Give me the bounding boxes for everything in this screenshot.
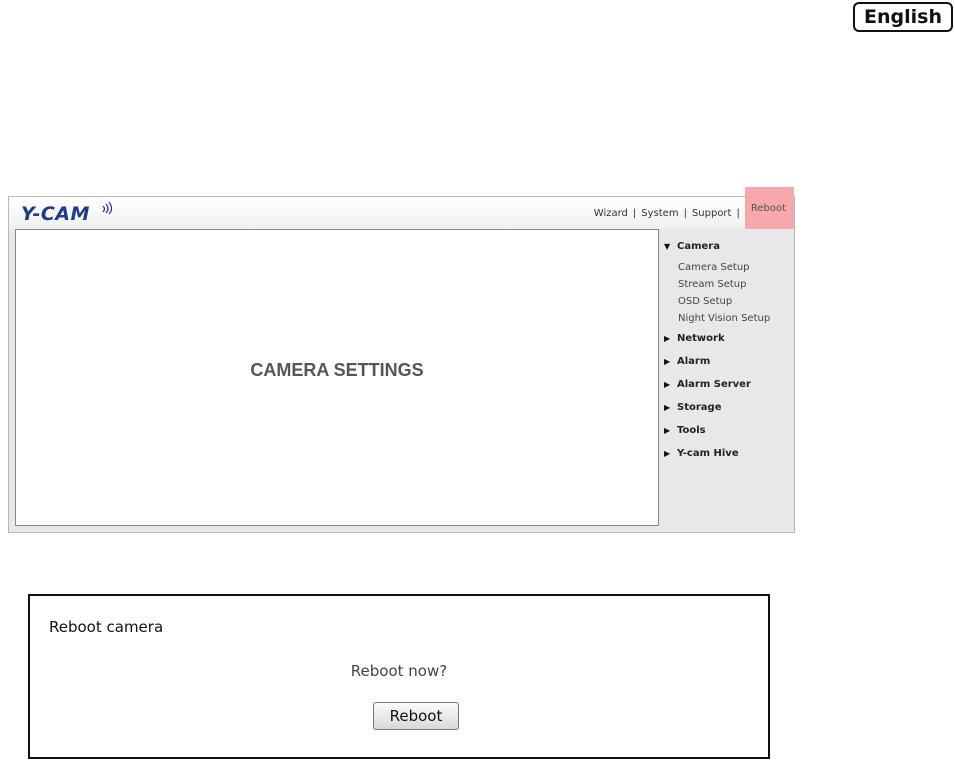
sidebar-item-network[interactable]: ▶ Network <box>664 331 792 354</box>
sidebar-item-label: Alarm <box>677 356 711 367</box>
camera-submenu: Camera Setup Stream Setup OSD Setup Nigh… <box>664 259 792 327</box>
main-content-panel: CAMERA SETTINGS <box>15 229 659 526</box>
header-bar: Y-CAM Wizard | System | Support | Reboot <box>9 187 794 229</box>
sidebar-item-alarm-server[interactable]: ▶ Alarm Server <box>664 377 792 400</box>
page-title: CAMERA SETTINGS <box>250 360 424 380</box>
triangle-down-icon: ▼ <box>664 242 671 251</box>
camera-web-ui: Y-CAM Wizard | System | Support | Reboot… <box>8 187 795 533</box>
triangle-right-icon: ▶ <box>664 403 671 412</box>
nav-separator: | <box>736 207 740 219</box>
triangle-right-icon: ▶ <box>664 357 671 366</box>
reboot-dialog-title: Reboot camera <box>49 618 164 636</box>
ycam-logo: Y-CAM <box>21 203 90 225</box>
sidebar-subitem-osd-setup[interactable]: OSD Setup <box>664 293 792 310</box>
sidebar-item-tools[interactable]: ▶ Tools <box>664 423 792 446</box>
language-selector[interactable]: English <box>853 2 953 32</box>
reboot-question-text: Reboot now? <box>350 662 448 680</box>
triangle-right-icon: ▶ <box>664 449 671 458</box>
sidebar-item-ycam-hive[interactable]: ▶ Y-cam Hive <box>664 446 792 469</box>
sidebar-subitem-night-vision-setup[interactable]: Night Vision Setup <box>664 310 792 327</box>
nav-wizard-link[interactable]: Wizard <box>594 208 628 219</box>
sidebar-item-camera[interactable]: ▼ Camera <box>664 239 792 262</box>
sidebar-item-label: Alarm Server <box>677 379 751 390</box>
sidebar-item-alarm[interactable]: ▶ Alarm <box>664 354 792 377</box>
triangle-right-icon: ▶ <box>664 426 671 435</box>
reboot-button[interactable]: Reboot <box>373 702 459 730</box>
sidebar-item-storage[interactable]: ▶ Storage <box>664 400 792 423</box>
nav-separator: | <box>683 207 687 219</box>
triangle-right-icon: ▶ <box>664 334 671 343</box>
sidebar-item-label: Camera <box>677 241 720 252</box>
triangle-right-icon: ▶ <box>664 380 671 389</box>
sidebar-item-label: Y-cam Hive <box>677 448 739 459</box>
sidebar-item-label: Network <box>677 333 725 344</box>
wifi-waves-icon <box>102 202 113 214</box>
nav-reboot-link[interactable]: Reboot <box>744 187 794 229</box>
sidebar-subitem-stream-setup[interactable]: Stream Setup <box>664 276 792 293</box>
sidebar-item-label: Tools <box>677 425 706 436</box>
sidebar-menu: ▼ Camera Camera Setup Stream Setup OSD S… <box>664 239 792 469</box>
nav-system-link[interactable]: System <box>641 208 678 219</box>
sidebar-item-label: Storage <box>677 402 722 413</box>
nav-support-link[interactable]: Support <box>692 208 732 219</box>
nav-separator: | <box>632 207 637 219</box>
top-navigation: Wizard | System | Support | Reboot <box>594 187 794 229</box>
reboot-dialog: Reboot camera Reboot now? Reboot <box>28 594 770 759</box>
